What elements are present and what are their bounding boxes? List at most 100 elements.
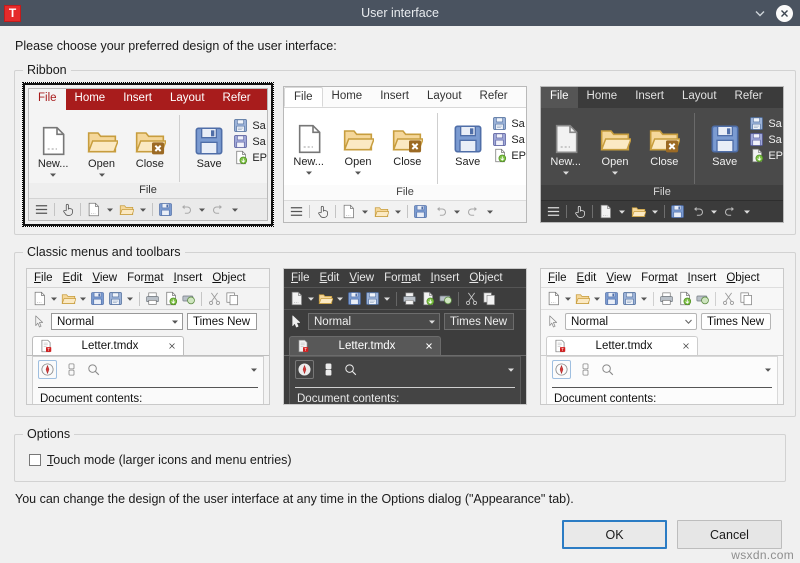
new-document-icon[interactable]: [86, 202, 101, 217]
ribbon-tab-refer[interactable]: Refer: [214, 89, 260, 110]
caret-down-icon[interactable]: [564, 295, 572, 303]
caret-down-icon[interactable]: [354, 169, 362, 177]
caret-down-icon[interactable]: [453, 208, 461, 216]
caret-down-icon[interactable]: [79, 295, 87, 303]
hamburger-menu-icon[interactable]: [289, 204, 304, 219]
print-preview-icon[interactable]: [181, 291, 196, 306]
print-preview-icon[interactable]: [695, 291, 710, 306]
ribbon-small-button[interactable]: EP: [749, 148, 783, 163]
font-name-combo[interactable]: Times New: [444, 313, 514, 330]
ribbon-tab-layout[interactable]: Layout: [673, 87, 726, 108]
hamburger-menu-icon[interactable]: [546, 204, 561, 219]
menu-item-view[interactable]: View: [92, 272, 117, 284]
ribbon-small-button[interactable]: EP: [492, 148, 526, 163]
menu-item-edit[interactable]: Edit: [63, 272, 83, 284]
hamburger-menu-icon[interactable]: [34, 202, 49, 217]
ribbon-small-button[interactable]: Sa: [233, 134, 267, 149]
save-disk-icon[interactable]: [413, 204, 428, 219]
search-icon[interactable]: [86, 362, 101, 377]
save-as-icon[interactable]: [365, 291, 380, 306]
redo-icon[interactable]: [723, 204, 738, 219]
menu-item-object[interactable]: Object: [726, 272, 759, 284]
ribbon-small-button[interactable]: Sa: [749, 116, 783, 131]
caret-down-icon[interactable]: [231, 206, 239, 214]
chevron-down-icon[interactable]: [684, 317, 693, 326]
undo-icon[interactable]: [690, 204, 705, 219]
save-disk-icon[interactable]: [670, 204, 685, 219]
menu-item-object[interactable]: Object: [469, 272, 502, 284]
ribbon-tab-home[interactable]: Home: [66, 89, 115, 110]
mouse-pointer-icon[interactable]: [546, 314, 561, 329]
caret-down-icon[interactable]: [651, 208, 659, 216]
ribbon-tab-layout[interactable]: Layout: [418, 87, 471, 107]
menu-item-object[interactable]: Object: [212, 272, 245, 284]
caret-down-icon[interactable]: [507, 366, 515, 374]
caret-down-icon[interactable]: [562, 169, 570, 177]
objects-icon[interactable]: [578, 362, 593, 377]
caret-down-icon[interactable]: [486, 208, 494, 216]
open-folder-icon[interactable]: [61, 291, 76, 306]
ribbon-colorful[interactable]: File Home Insert Layout Refer New... Open Close…: [22, 82, 274, 227]
open-folder-icon[interactable]: [575, 291, 590, 306]
caret-down-icon[interactable]: [593, 295, 601, 303]
ribbon-tab-layout[interactable]: Layout: [161, 89, 214, 110]
caret-down-icon[interactable]: [764, 366, 772, 374]
caret-down-icon[interactable]: [361, 208, 369, 216]
caret-down-icon[interactable]: [640, 295, 648, 303]
ribbon-tab-insert[interactable]: Insert: [114, 89, 161, 110]
redo-icon[interactable]: [211, 202, 226, 217]
close-icon[interactable]: [424, 341, 434, 351]
touch-mode-row[interactable]: Touch mode (larger icons and menu entrie…: [29, 453, 777, 467]
ribbon-tab-file[interactable]: File: [29, 89, 66, 110]
open-folder-icon[interactable]: [318, 291, 333, 306]
menu-item-file[interactable]: File: [34, 272, 53, 284]
navigator-icon[interactable]: [552, 360, 571, 379]
ribbon-tab-refer[interactable]: Refer: [471, 87, 517, 107]
print-icon[interactable]: [659, 291, 674, 306]
objects-icon[interactable]: [64, 362, 79, 377]
redo-icon[interactable]: [466, 204, 481, 219]
cut-icon[interactable]: [207, 291, 222, 306]
caret-down-icon[interactable]: [743, 208, 751, 216]
caret-down-icon[interactable]: [126, 295, 134, 303]
new-document-icon[interactable]: [289, 291, 304, 306]
caret-down-icon[interactable]: [611, 169, 619, 177]
undo-icon[interactable]: [433, 204, 448, 219]
menu-item-insert[interactable]: Insert: [174, 272, 203, 284]
ribbon-tab-file[interactable]: File: [284, 87, 323, 107]
ribbon-small-button[interactable]: EP: [233, 150, 267, 165]
ribbon-tab-refer[interactable]: Refer: [726, 87, 772, 108]
classic-classic[interactable]: File Edit View Format Insert Object Normal Time…: [23, 265, 273, 408]
classic-dark[interactable]: File Edit View Format Insert Object Normal Time…: [280, 265, 530, 408]
cancel-button[interactable]: Cancel: [677, 520, 782, 549]
menu-item-file[interactable]: File: [548, 272, 567, 284]
touch-mode-icon[interactable]: [60, 202, 75, 217]
copy-icon[interactable]: [482, 291, 497, 306]
chevron-down-icon[interactable]: [428, 318, 436, 326]
close-icon[interactable]: [681, 341, 691, 351]
font-name-combo[interactable]: Times New: [701, 313, 771, 330]
mouse-pointer-icon[interactable]: [32, 314, 47, 329]
caret-down-icon[interactable]: [139, 206, 147, 214]
menu-item-format[interactable]: Format: [384, 272, 420, 284]
paragraph-style-combo[interactable]: Normal: [51, 313, 183, 330]
caret-down-icon[interactable]: [305, 169, 313, 177]
ribbon-small-button[interactable]: Sa: [749, 132, 783, 147]
caret-down-icon[interactable]: [50, 295, 58, 303]
caret-down-icon[interactable]: [307, 295, 315, 303]
ribbon-tab-insert[interactable]: Insert: [626, 87, 673, 108]
paragraph-style-combo[interactable]: Normal: [308, 313, 440, 330]
export-pdf-icon[interactable]: [163, 291, 178, 306]
open-folder-icon[interactable]: [631, 204, 646, 219]
save-disk-icon[interactable]: [90, 291, 105, 306]
menu-item-file[interactable]: File: [291, 272, 310, 284]
save-as-icon[interactable]: [622, 291, 637, 306]
save-disk-icon[interactable]: [158, 202, 173, 217]
new-document-icon[interactable]: [32, 291, 47, 306]
ribbon-dark[interactable]: File Home Insert Layout Refer New... Open Close…: [537, 83, 787, 226]
menu-item-format[interactable]: Format: [641, 272, 677, 284]
new-document-icon[interactable]: [546, 291, 561, 306]
close-icon[interactable]: [776, 4, 793, 22]
menu-item-insert[interactable]: Insert: [688, 272, 717, 284]
print-preview-icon[interactable]: [438, 291, 453, 306]
